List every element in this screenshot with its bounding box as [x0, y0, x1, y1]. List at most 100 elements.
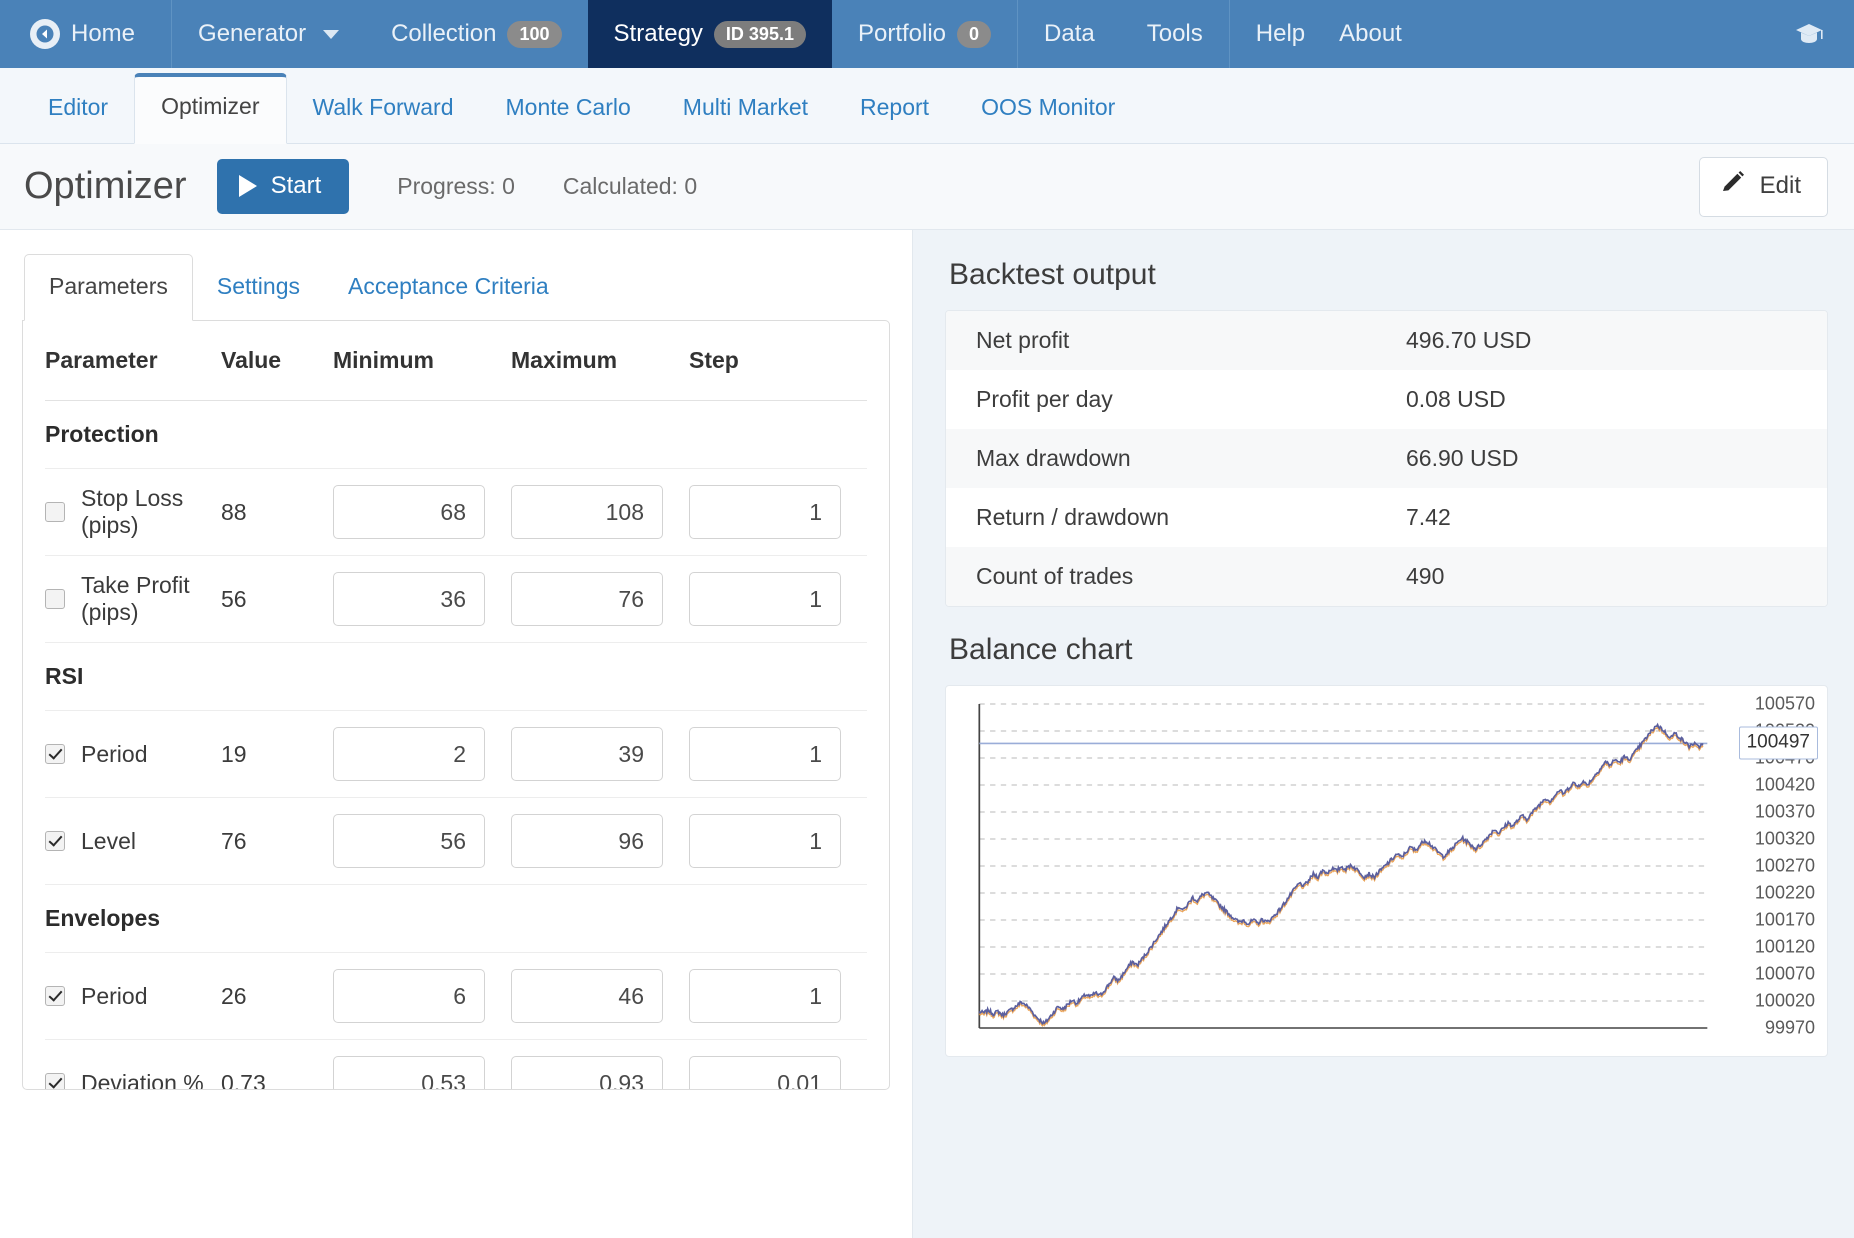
nav-item-collection[interactable]: Collection 100 [365, 0, 587, 68]
nav-item-home[interactable]: Home [0, 0, 171, 68]
table-row: Level 76 [45, 797, 867, 885]
nav-item-strategy-label: Strategy [613, 20, 703, 47]
minimum-input-cell [333, 1039, 511, 1089]
tab-walk-forward[interactable]: Walk Forward [287, 94, 480, 143]
parameter-label: Period [81, 740, 148, 767]
parameter-checkbox[interactable] [45, 744, 65, 764]
minimum-input[interactable] [333, 969, 485, 1023]
nav-item-tools[interactable]: Tools [1121, 0, 1229, 68]
backtest-metric-value: 66.90 USD [1406, 445, 1519, 471]
parameter-name-cell: Take Profit (pips) [45, 555, 221, 643]
start-button-label: Start [270, 172, 322, 199]
parameter-name-cell: Period [45, 710, 221, 798]
minimum-input-cell [333, 710, 511, 798]
table-row: Stop Loss (pips) 88 [45, 468, 867, 556]
strategy-tab-bar: Editor Optimizer Walk Forward Monte Carl… [0, 68, 1854, 144]
maximum-input[interactable] [511, 485, 663, 539]
parameter-name-cell: Period [45, 952, 221, 1040]
tab-settings[interactable]: Settings [193, 273, 324, 320]
edit-button[interactable]: Edit [1698, 156, 1828, 217]
parameter-checkbox[interactable] [45, 831, 65, 851]
parameter-value: 19 [221, 710, 333, 798]
tab-optimizer[interactable]: Optimizer [134, 73, 287, 144]
maximum-input-cell [511, 468, 689, 556]
column-header-maximum: Maximum [511, 321, 689, 401]
backtest-metric-value: 490 [1406, 563, 1445, 589]
nav-item-generator[interactable]: Generator [172, 0, 365, 68]
nav-group-data-tools: Data Tools [1018, 0, 1230, 68]
parameter-label: Stop Loss (pips) [81, 485, 184, 538]
column-header-minimum: Minimum [333, 321, 511, 401]
nav-group-help: Help About [1230, 0, 1428, 68]
step-input[interactable] [689, 727, 841, 781]
collection-count-badge: 100 [507, 20, 562, 48]
parameter-value: 0.73 [221, 1039, 333, 1089]
step-input-cell [689, 952, 867, 1040]
parameters-card: Parameter Value Minimum Maximum Step Pro… [22, 320, 890, 1090]
parameter-checkbox[interactable] [45, 502, 65, 522]
maximum-input[interactable] [511, 572, 663, 626]
maximum-input[interactable] [511, 814, 663, 868]
backtest-output-body: Net profit 496.70 USD Profit per day 0.08 U… [946, 311, 1827, 606]
tab-oos-monitor[interactable]: OOS Monitor [955, 94, 1141, 143]
backtest-metric-label: Max drawdown [976, 445, 1131, 471]
nav-item-about[interactable]: About [1331, 0, 1428, 68]
tab-multi-market[interactable]: Multi Market [657, 94, 834, 143]
step-input[interactable] [689, 485, 841, 539]
parameters-tab-bar: Parameters Settings Acceptance Criteria [22, 254, 890, 321]
backtest-output-row: Count of trades 490 [946, 547, 1827, 606]
tab-monte-carlo[interactable]: Monte Carlo [480, 94, 657, 143]
maximum-input[interactable] [511, 727, 663, 781]
balance-chart-plot[interactable]: 100570 100520 100470 100420 100370 100320 1002… [960, 694, 1819, 1044]
parameter-label: Deviation % [81, 1069, 204, 1090]
backtest-output-row: Net profit 496.70 USD [946, 311, 1827, 370]
minimum-input[interactable] [333, 727, 485, 781]
minimum-input-cell [333, 468, 511, 556]
nav-item-collection-label: Collection [391, 20, 497, 47]
maximum-input[interactable] [511, 969, 663, 1023]
minimum-input[interactable] [333, 814, 485, 868]
parameter-value: 76 [221, 797, 333, 885]
table-row: Period 19 [45, 710, 867, 798]
progress-status: Progress: 0 [397, 173, 515, 199]
tab-report[interactable]: Report [834, 94, 955, 143]
start-button[interactable]: Start [216, 159, 350, 214]
step-input[interactable] [689, 814, 841, 868]
parameter-label: Take Profit (pips) [81, 572, 190, 625]
maximum-input[interactable] [511, 1056, 663, 1089]
backtest-metric-label: Count of trades [976, 563, 1134, 589]
nav-item-portfolio[interactable]: Portfolio 0 [832, 0, 1017, 68]
nav-item-portfolio-label: Portfolio [857, 20, 947, 47]
backtest-output-row: Profit per day 0.08 USD [946, 370, 1827, 429]
parameters-table: Parameter Value Minimum Maximum Step Pro… [45, 321, 867, 1090]
nav-item-help[interactable]: Help [1230, 0, 1331, 68]
graduation-cap-icon[interactable] [1764, 0, 1854, 68]
parameter-value: 56 [221, 555, 333, 643]
minimum-input[interactable] [333, 572, 485, 626]
nav-item-data-label: Data [1044, 20, 1095, 47]
nav-item-data[interactable]: Data [1018, 0, 1121, 68]
step-input[interactable] [689, 1056, 841, 1089]
step-input-cell [689, 1039, 867, 1089]
tab-parameters[interactable]: Parameters [24, 254, 193, 321]
nav-item-strategy[interactable]: Strategy ID 395.1 [587, 0, 832, 68]
parameter-checkbox[interactable] [45, 986, 65, 1006]
backtest-metric-label: Net profit [976, 327, 1070, 353]
maximum-input-cell [511, 952, 689, 1040]
nav-item-generator-label: Generator [198, 20, 307, 47]
parameter-checkbox[interactable] [45, 589, 65, 609]
right-pane: Backtest output Net profit 496.70 USD Prof… [912, 230, 1854, 1238]
parameter-value: 88 [221, 468, 333, 556]
minimum-input[interactable] [333, 1056, 485, 1089]
step-input[interactable] [689, 572, 841, 626]
step-input[interactable] [689, 969, 841, 1023]
step-input-cell [689, 710, 867, 798]
minimum-input[interactable] [333, 485, 485, 539]
parameter-group-row: RSI [45, 642, 867, 711]
tab-editor[interactable]: Editor [22, 94, 134, 143]
chart-equity-shadow-line [978, 725, 1704, 1028]
column-header-step: Step [689, 321, 867, 401]
parameter-checkbox[interactable] [45, 1073, 65, 1089]
tab-acceptance-criteria[interactable]: Acceptance Criteria [324, 273, 573, 320]
